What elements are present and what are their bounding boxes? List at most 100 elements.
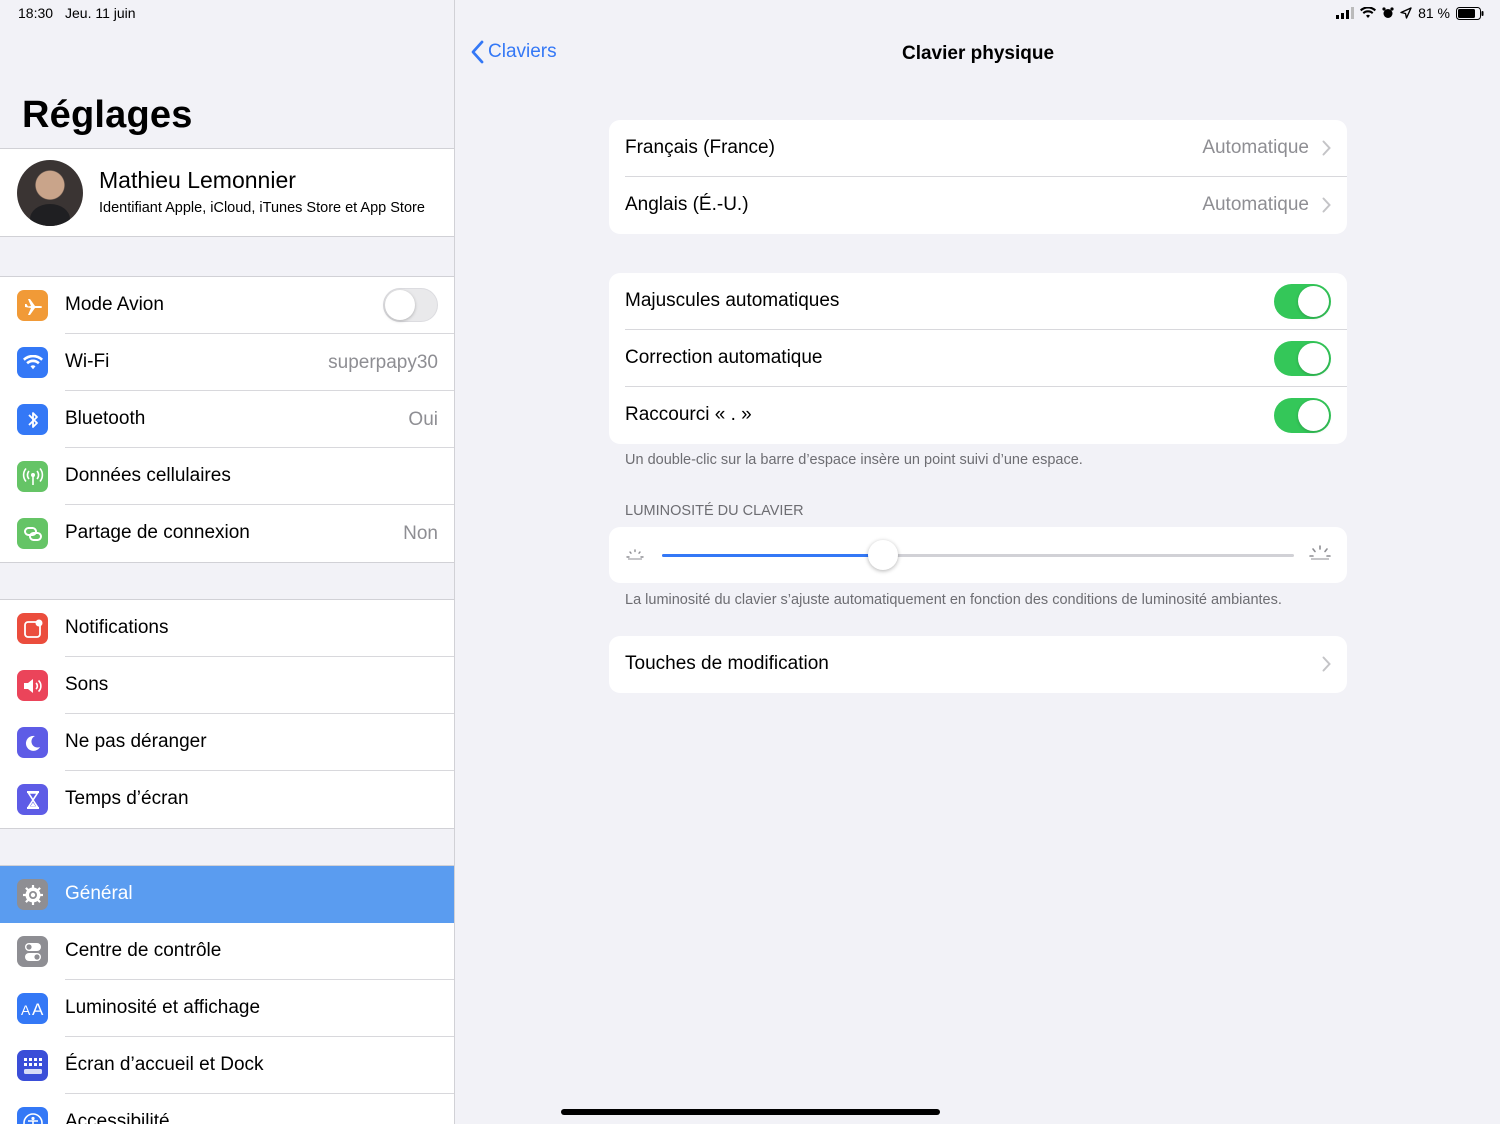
apple-id-profile[interactable]: Mathieu Lemonnier Identifiant Apple, iCl… (0, 148, 454, 237)
sidebar-item-label: Ne pas déranger (65, 731, 207, 752)
sidebar-item-label: Bluetooth (65, 408, 146, 429)
language-layout-value: Automatique (1202, 194, 1309, 215)
sidebar-item-home-screen-dock[interactable]: Écran d’accueil et Dock (0, 1037, 454, 1094)
keyboard-languages-card: Français (France) Automatique Anglais (É… (609, 120, 1347, 234)
modifier-keys-card: Touches de modification (609, 636, 1347, 693)
sidebar-item-bluetooth[interactable]: Bluetooth Oui (0, 391, 454, 448)
sidebar-item-label: Centre de contrôle (65, 940, 222, 961)
home-indicator[interactable] (561, 1109, 940, 1115)
status-date: Jeu. 11 juin (65, 5, 136, 21)
option-row-auto-correction: Correction automatique (609, 330, 1347, 387)
sidebar-item-control-center[interactable]: Centre de contrôle (0, 923, 454, 980)
sidebar-item-label: Écran d’accueil et Dock (65, 1054, 264, 1075)
language-label: Français (France) (625, 137, 775, 158)
status-bar: 18:30 Jeu. 11 juin 81 % (0, 0, 1500, 26)
modifier-keys-label: Touches de modification (625, 653, 829, 674)
option-label: Correction automatique (625, 347, 823, 368)
status-icons: 81 % (1336, 5, 1484, 21)
accessibility-icon (17, 1107, 48, 1124)
sidebar-item-hotspot[interactable]: Partage de connexion Non (0, 505, 454, 562)
auto-capitalization-toggle[interactable] (1274, 284, 1331, 319)
notifications-icon (17, 613, 48, 644)
grid-icon (17, 1050, 48, 1081)
bluetooth-value: Oui (408, 409, 438, 430)
moon-icon (17, 727, 48, 758)
option-label: Majuscules automatiques (625, 290, 840, 311)
brightness-footnote: La luminosité du clavier s’ajuste automa… (625, 592, 1282, 608)
sidebar-item-wifi[interactable]: Wi-Fi superpapy30 (0, 334, 454, 391)
sidebar-item-label: Sons (65, 674, 109, 695)
brightness-high-icon (1309, 545, 1331, 560)
period-shortcut-toggle[interactable] (1274, 398, 1331, 433)
sidebar-item-label: Général (65, 883, 133, 904)
chevron-right-icon (1322, 140, 1331, 156)
settings-group-connectivity: Mode Avion Wi-Fi superpapy30 Bluetooth O… (0, 276, 454, 563)
profile-subtitle: Identifiant Apple, iCloud, iTunes Store … (99, 200, 425, 216)
wifi-icon (1360, 7, 1377, 18)
sidebar-item-label: Luminosité et affichage (65, 997, 261, 1018)
page-title: Clavier physique (901, 43, 1055, 64)
wifi-network-value: superpapy30 (328, 352, 438, 373)
sidebar-item-label: Partage de connexion (65, 522, 250, 543)
svg-text:A: A (32, 1000, 44, 1018)
gear-icon (17, 879, 48, 910)
text-size-icon: AA (17, 993, 48, 1024)
avatar (17, 160, 83, 226)
brightness-slider-fill (662, 554, 884, 557)
language-label: Anglais (É.-U.) (625, 194, 749, 215)
hotspot-value: Non (403, 523, 438, 544)
language-layout-value: Automatique (1202, 137, 1309, 158)
battery-percent: 81 % (1418, 5, 1450, 21)
location-icon (1400, 7, 1412, 19)
sidebar-item-sounds[interactable]: Sons (0, 657, 454, 714)
sidebar-item-label: Accessibilité (65, 1111, 170, 1124)
sidebar-item-general[interactable]: Général (0, 866, 454, 923)
sidebar-item-cellular[interactable]: Données cellulaires (0, 448, 454, 505)
battery-icon (1456, 6, 1484, 20)
auto-correction-toggle[interactable] (1274, 341, 1331, 376)
brightness-slider-thumb[interactable] (868, 540, 899, 570)
sidebar-item-label: Mode Avion (65, 294, 164, 315)
antenna-icon (17, 461, 48, 492)
sidebar-item-label: Wi-Fi (65, 351, 110, 372)
settings-group-notifications: Notifications Sons Ne pas déranger Temps… (0, 599, 454, 829)
brightness-section-header: LUMINOSITÉ DU CLAVIER (625, 503, 804, 519)
hourglass-icon (17, 784, 48, 815)
language-row-french[interactable]: Français (France) Automatique (609, 120, 1347, 177)
airplane-mode-toggle[interactable] (383, 288, 438, 322)
profile-name: Mathieu Lemonnier (99, 167, 296, 193)
chevron-right-icon (1322, 656, 1331, 672)
keyboard-options-card: Majuscules automatiques Correction autom… (609, 273, 1347, 444)
bluetooth-icon (17, 404, 48, 435)
sidebar-item-screen-time[interactable]: Temps d’écran (0, 771, 454, 828)
options-footnote: Un double-clic sur la barre d’espace ins… (625, 452, 1083, 468)
sidebar-item-accessibility[interactable]: Accessibilité (0, 1094, 454, 1124)
sidebar-item-do-not-disturb[interactable]: Ne pas déranger (0, 714, 454, 771)
keyboard-brightness-card (609, 527, 1347, 583)
option-label: Raccourci « . » (625, 404, 752, 425)
switches-icon (17, 936, 48, 967)
sidebar-title: Réglages (22, 94, 193, 136)
sidebar-item-label: Notifications (65, 617, 169, 638)
modifier-keys-row[interactable]: Touches de modification (609, 636, 1347, 693)
sidebar-item-label: Données cellulaires (65, 465, 231, 486)
settings-group-general: Général Centre de contrôle AA Luminosité… (0, 865, 454, 1124)
svg-text:A: A (21, 1002, 31, 1018)
detail-pane: Claviers Clavier physique Français (Fran… (456, 0, 1500, 1124)
option-row-auto-capitalization: Majuscules automatiques (609, 273, 1347, 330)
chevron-right-icon (1322, 197, 1331, 213)
sidebar-item-display-brightness[interactable]: AA Luminosité et affichage (0, 980, 454, 1037)
option-row-period-shortcut: Raccourci « . » (609, 387, 1347, 444)
link-icon (17, 518, 48, 549)
wifi-icon (17, 347, 48, 378)
settings-sidebar: Réglages Mathieu Lemonnier Identifiant A… (0, 0, 455, 1124)
language-row-english[interactable]: Anglais (É.-U.) Automatique (609, 177, 1347, 234)
cellular-signal-icon (1336, 7, 1355, 19)
status-time: 18:30 (18, 5, 54, 21)
alarm-icon (1382, 7, 1394, 18)
brightness-slider-track[interactable] (662, 540, 1294, 570)
speaker-icon (17, 670, 48, 701)
sidebar-item-label: Temps d’écran (65, 788, 189, 809)
sidebar-item-notifications[interactable]: Notifications (0, 600, 454, 657)
sidebar-item-airplane-mode[interactable]: Mode Avion (0, 277, 454, 334)
